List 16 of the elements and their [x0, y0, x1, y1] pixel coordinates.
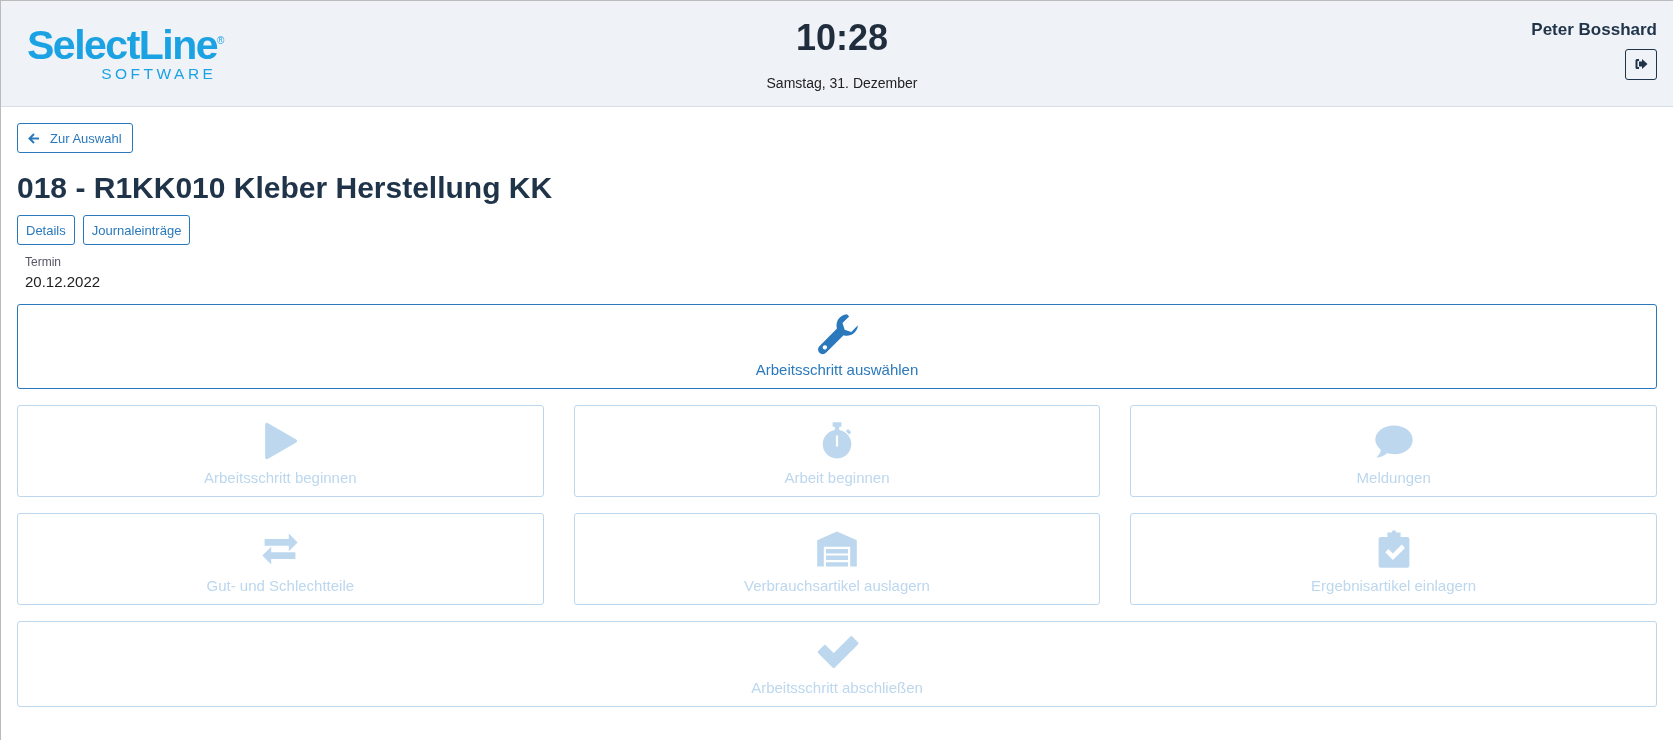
arrow-left-icon — [28, 132, 40, 144]
logout-button[interactable] — [1625, 48, 1657, 80]
tab-button[interactable]: Journaleinträge — [82, 215, 191, 245]
action-button[interactable]: Arbeitsschritt auswählen — [17, 304, 1657, 389]
wrench-icon — [815, 311, 859, 355]
user-name: Peter Bosshard — [1531, 19, 1657, 40]
page-title: 018 - R1KK010 Kleber Herstellung KK — [17, 171, 554, 205]
date-text: Samstag, 31. Dezember — [766, 74, 918, 91]
logo-subtitle: SOFTWARE — [101, 64, 217, 83]
back-button[interactable]: Zur Auswahl — [17, 123, 133, 153]
field-label: Termin — [25, 255, 62, 269]
sign-out-icon — [1634, 58, 1648, 70]
tab-button[interactable]: Details — [17, 215, 75, 245]
logo-text: SelectLine$^{®}$ — [27, 24, 225, 65]
clock-time: 10:28 — [794, 16, 890, 59]
field-value: 20.12.2022 — [25, 273, 102, 290]
